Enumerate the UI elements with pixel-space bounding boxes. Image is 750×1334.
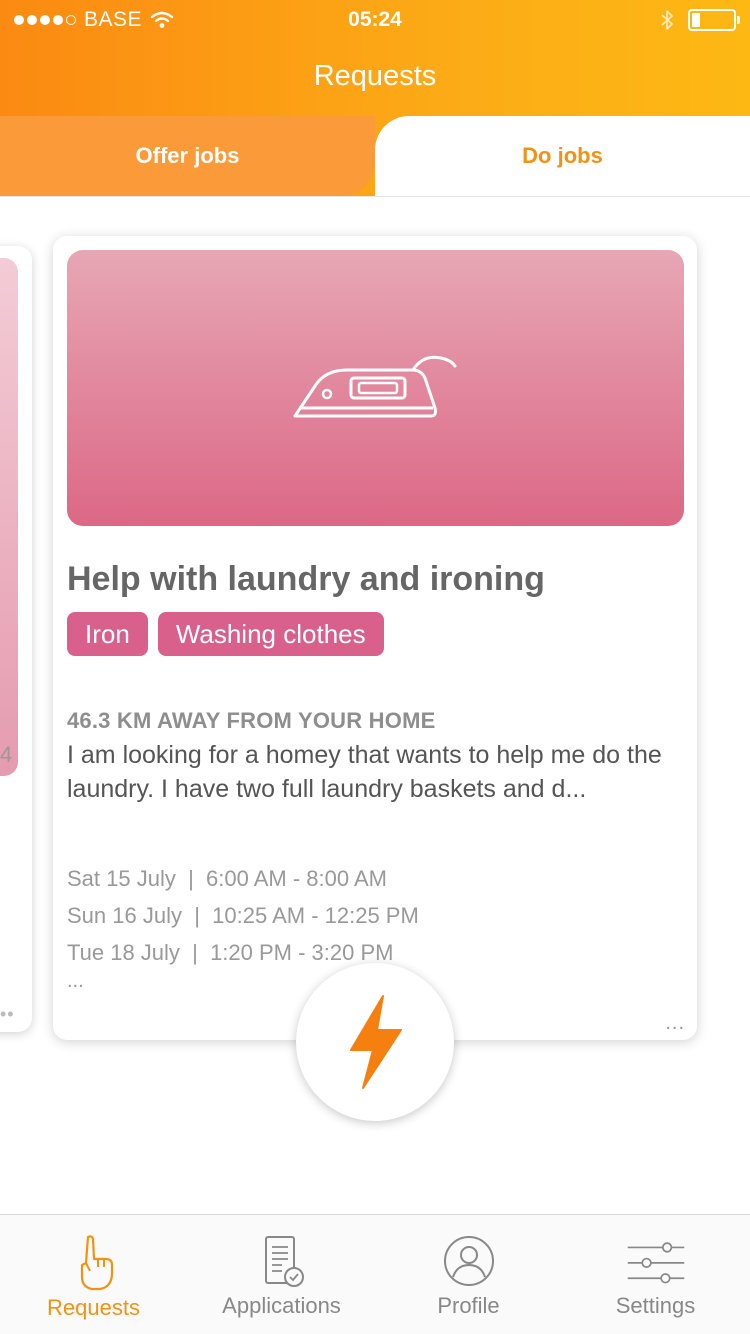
document-check-icon: [264, 1236, 304, 1287]
quick-match-button[interactable]: [296, 963, 454, 1121]
time-slot: Sun 16 July | 10:25 AM - 12:25 PM: [67, 903, 419, 928]
status-right: [660, 8, 740, 32]
bottom-tab-settings[interactable]: Settings: [562, 1215, 749, 1334]
status-bar: BASE 05:24: [0, 0, 750, 42]
tab-offer-jobs[interactable]: Offer jobs: [0, 116, 375, 196]
bottom-tab-requests[interactable]: Requests: [0, 1215, 187, 1334]
previous-card-partial-text: 4: [0, 742, 13, 767]
bottom-tab-label: Requests: [47, 1295, 140, 1320]
app-header: BASE 05:24 Requests Offer jobs Do jobs: [0, 0, 750, 196]
time-slot: Sat 15 July | 6:00 AM - 8:00 AM: [67, 866, 387, 891]
tag-iron: Iron: [67, 612, 148, 656]
bottom-tab-bar: Requests Applications Profile Settings: [0, 1214, 750, 1334]
job-tags: Iron Washing clothes: [67, 612, 384, 656]
tab-divider: [0, 196, 750, 197]
bottom-tab-label: Profile: [437, 1293, 500, 1318]
bluetooth-icon: [661, 10, 673, 30]
tab-bar: Offer jobs Do jobs: [0, 116, 750, 196]
bottom-tab-profile[interactable]: Profile: [375, 1215, 562, 1334]
iron-icon: [293, 355, 457, 418]
job-card[interactable]: Help with laundry and ironing Iron Washi…: [53, 236, 697, 1040]
job-card-image: [67, 250, 684, 526]
bottom-tab-label: Applications: [222, 1293, 341, 1318]
job-title: Help with laundry and ironing: [67, 560, 545, 598]
previous-card-image: [0, 258, 18, 776]
status-time: 05:24: [348, 8, 402, 31]
previous-card-menu-icon: ••: [0, 1004, 15, 1024]
bottom-tab-applications[interactable]: Applications: [188, 1215, 375, 1334]
job-description: I am looking for a homey that wants to h…: [67, 741, 662, 803]
tag-washing-clothes: Washing clothes: [157, 612, 384, 656]
bottom-tab-label: Settings: [615, 1293, 696, 1318]
pointing-hand-icon: [80, 1235, 113, 1291]
previous-job-card[interactable]: [0, 246, 32, 1032]
sliders-icon: [627, 1242, 684, 1284]
user-icon: [443, 1236, 494, 1286]
lightning-icon: [350, 995, 402, 1089]
card-menu-icon[interactable]: ...: [665, 1012, 685, 1035]
job-distance: 46.3 KM AWAY FROM YOUR HOME: [67, 708, 436, 733]
page-title: Requests: [313, 60, 437, 92]
tab-do-jobs[interactable]: Do jobs: [375, 116, 750, 196]
battery-icon: [688, 9, 740, 31]
